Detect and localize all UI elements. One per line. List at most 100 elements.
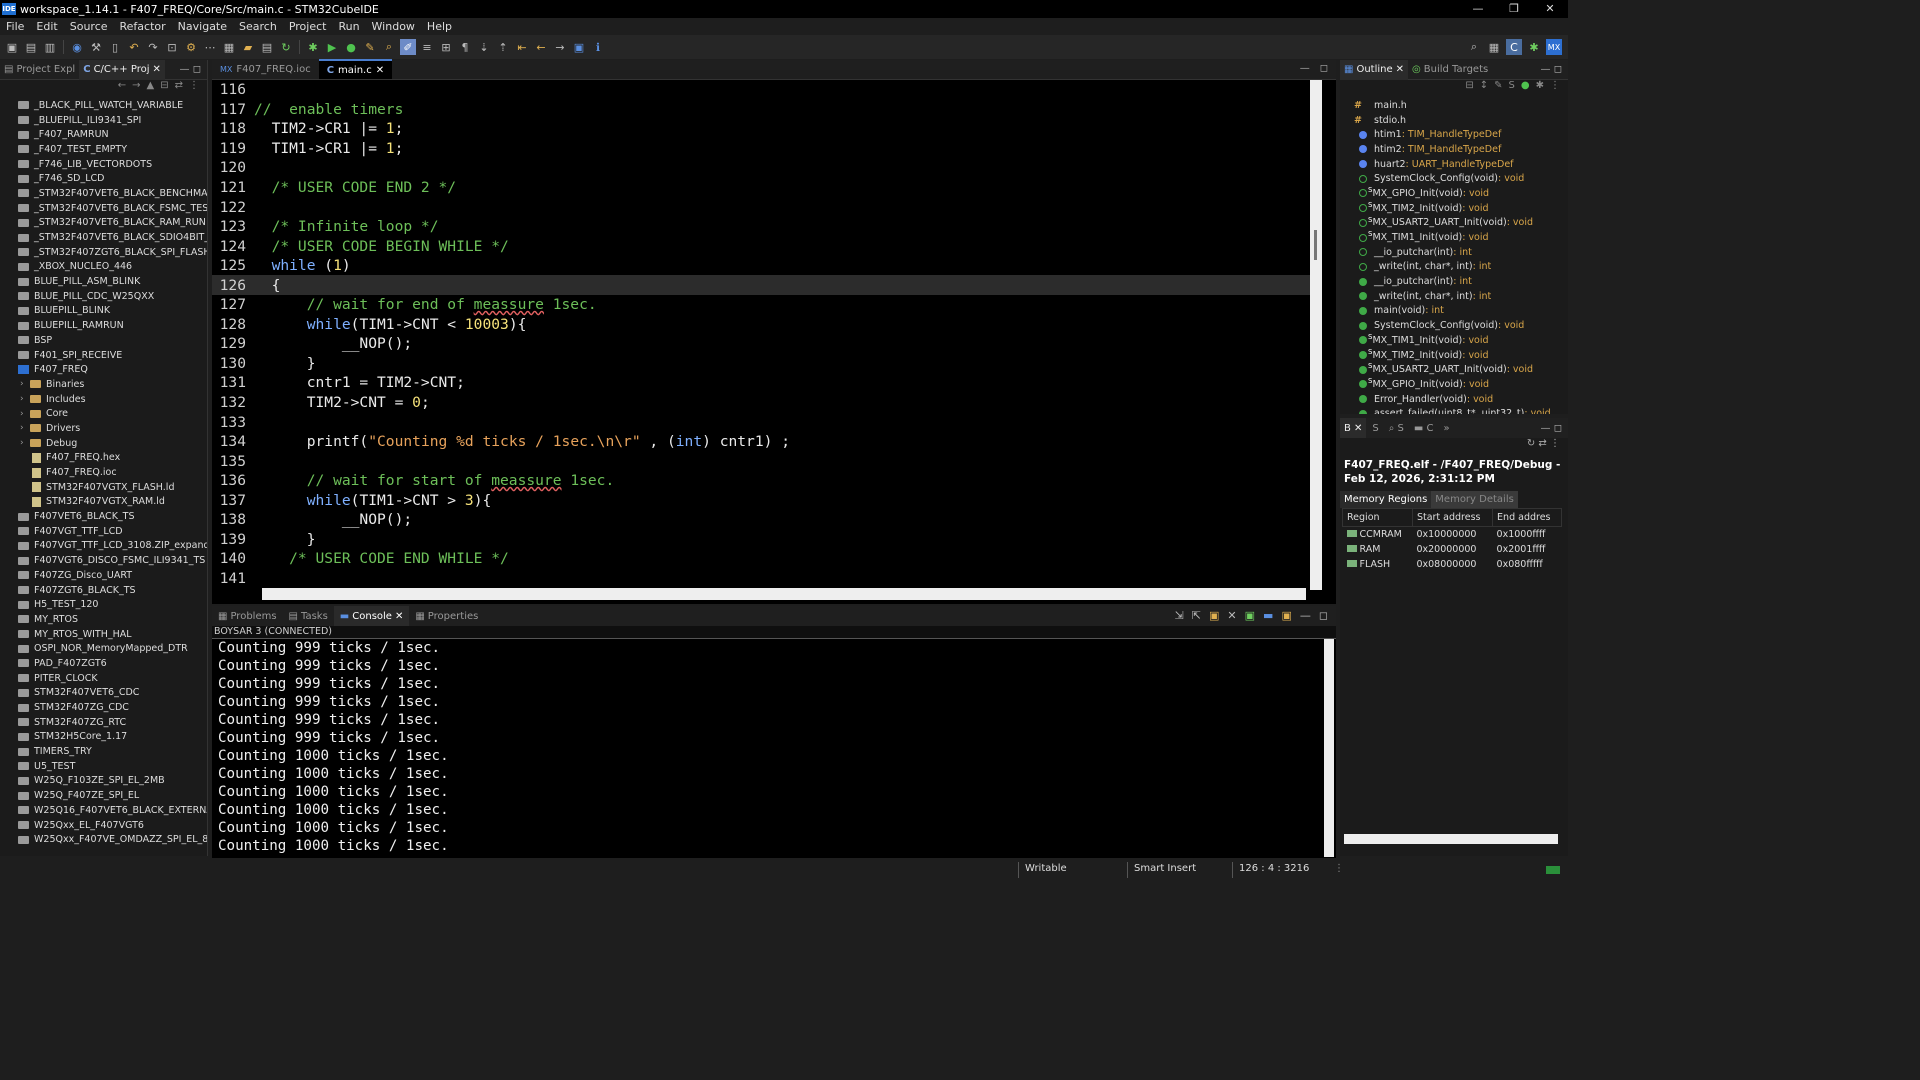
outline-item[interactable]: S MX_TIM1_Init(void) : void bbox=[1354, 333, 1564, 348]
tree-item[interactable]: › Debug bbox=[0, 436, 207, 451]
outline-item[interactable]: S MX_GPIO_Init(void) : void bbox=[1354, 186, 1564, 201]
tab-problems[interactable]: ▦ Problems bbox=[212, 606, 283, 626]
outline-item[interactable]: S MX_TIM2_Init(void) : void bbox=[1354, 348, 1564, 363]
close-icon[interactable]: ✕ bbox=[376, 65, 384, 76]
collapse-all-icon[interactable]: ⊟ bbox=[1465, 80, 1473, 96]
tree-item[interactable]: _STM32F407VET6_BLACK_BENCHMARK bbox=[0, 186, 207, 201]
tab-main-c[interactable]: C main.c ✕ bbox=[318, 59, 393, 79]
table-row[interactable]: FLASH 0x08000000 0x080fffff bbox=[1343, 557, 1562, 572]
tree-item[interactable]: MY_RTOS bbox=[0, 612, 207, 627]
code-line[interactable]: 138 __NOP(); bbox=[212, 510, 1310, 530]
forward-icon[interactable]: → bbox=[132, 80, 140, 96]
outline-item[interactable]: _write(int, char*, int) : int bbox=[1354, 289, 1564, 304]
tab-more[interactable]: » bbox=[1440, 418, 1454, 438]
menu-run[interactable]: Run bbox=[332, 20, 365, 33]
hammer-icon[interactable]: ⚒ bbox=[88, 39, 104, 55]
code-line[interactable]: 116 bbox=[212, 80, 1310, 100]
column-header[interactable]: Region bbox=[1342, 508, 1413, 527]
outline-item[interactable]: htim1 : TIM_HandleTypeDef bbox=[1354, 127, 1564, 142]
menu-file[interactable]: File bbox=[0, 20, 30, 33]
heap-status-icon[interactable] bbox=[1546, 866, 1560, 874]
tree-item[interactable]: _STM32F407VET6_BLACK_RAM_RUN bbox=[0, 216, 207, 231]
tree-item[interactable]: F407ZGT6_BLACK_TS bbox=[0, 583, 207, 598]
code-line[interactable]: 122 bbox=[212, 197, 1310, 217]
view-menu-icon[interactable]: ⋮ bbox=[1550, 80, 1560, 96]
outline-item[interactable]: huart2 : UART_HandleTypeDef bbox=[1354, 157, 1564, 172]
code-line[interactable]: 126 { bbox=[212, 275, 1310, 296]
code-line[interactable]: 136 // wait for start of meassure 1sec. bbox=[212, 471, 1310, 491]
tree-item[interactable]: W25Qxx_F407VE_OMDAZZ_SPI_EL_8MB bbox=[0, 832, 207, 847]
expand-chevron-icon[interactable]: › bbox=[20, 423, 30, 433]
open-folder-icon[interactable]: ▰ bbox=[240, 39, 256, 55]
tree-item[interactable]: _BLACK_PILL_WATCH_VARIABLE bbox=[0, 98, 207, 113]
tree-item[interactable]: STM32F407ZG_RTC bbox=[0, 715, 207, 730]
outline-item[interactable]: # stdio.h bbox=[1354, 113, 1564, 128]
code-line[interactable]: 128 while (TIM1->CNT < 10003){ bbox=[212, 315, 1310, 335]
table-row[interactable]: RAM 0x20000000 0x2001ffff bbox=[1343, 542, 1562, 557]
refresh-icon[interactable]: ↻ bbox=[1527, 438, 1535, 449]
search-icon[interactable]: ⌕ bbox=[381, 39, 397, 55]
maximize-icon[interactable]: ❐ bbox=[1496, 0, 1532, 18]
scroll-thumb[interactable] bbox=[1314, 230, 1317, 260]
tree-item[interactable]: _F746_LIB_VECTORDOTS bbox=[0, 157, 207, 172]
tree-item[interactable]: TIMERS_TRY bbox=[0, 744, 207, 759]
tab-console[interactable]: ▬ Console ✕ bbox=[333, 606, 410, 626]
gear-icon[interactable]: ⚙ bbox=[183, 39, 199, 55]
code-line[interactable]: 132 TIM2->CNT = 0; bbox=[212, 393, 1310, 413]
tree-item[interactable]: _F407_TEST_EMPTY bbox=[0, 142, 207, 157]
search-icon[interactable]: ⌕ bbox=[1466, 39, 1482, 55]
tab-f407-freq-ioc[interactable]: MX F407_FREQ.ioc bbox=[212, 59, 319, 79]
outline-item[interactable]: SystemClock_Config(void) : void bbox=[1354, 171, 1564, 186]
editor-vertical-scrollbar[interactable] bbox=[1310, 80, 1322, 590]
tree-item[interactable]: OSPI_NOR_MemoryMapped_DTR bbox=[0, 641, 207, 656]
close-icon[interactable]: ✕ bbox=[395, 611, 403, 622]
column-header[interactable]: Start address bbox=[1411, 508, 1494, 527]
tab-build-targets[interactable]: ◎ Build Targets bbox=[1408, 60, 1492, 80]
tree-item[interactable]: STM32F407VGTX_FLASH.ld bbox=[0, 480, 207, 495]
hide-static-icon[interactable]: S bbox=[1509, 80, 1515, 96]
tree-item[interactable]: _STM32F407VET6_BLACK_FSMC_TEST bbox=[0, 201, 207, 216]
tree-item[interactable]: _STM32F407ZGT6_BLACK_SPI_FLASH bbox=[0, 245, 207, 260]
tree-item[interactable]: F407_FREQ.hex bbox=[0, 451, 207, 466]
settings-icon[interactable]: ✱ bbox=[1536, 80, 1544, 96]
outline-item[interactable]: # main.h bbox=[1354, 98, 1564, 113]
minimize-icon[interactable]: — ◻ bbox=[180, 64, 207, 75]
clear-console-icon[interactable]: ▣ bbox=[1209, 609, 1219, 622]
tree-item[interactable]: BLUEPILL_BLINK bbox=[0, 304, 207, 319]
tree-item[interactable]: F407ZG_Disco_UART bbox=[0, 568, 207, 583]
menu-source[interactable]: Source bbox=[64, 20, 114, 33]
undo-icon[interactable]: ↶ bbox=[126, 39, 142, 55]
minimize-icon[interactable]: — ◻ bbox=[1541, 423, 1568, 434]
maximize-icon[interactable]: ◻ bbox=[1319, 609, 1328, 622]
tab-outline[interactable]: ▦ Outline ✕ bbox=[1340, 59, 1409, 80]
code-editor[interactable]: 116 117// enable timers 118 TIM2->CR1 |= 1… bbox=[212, 80, 1310, 590]
debug-perspective-icon[interactable]: ✱ bbox=[1526, 39, 1542, 55]
display-console-icon[interactable]: ▬ bbox=[1263, 609, 1273, 622]
redo-icon[interactable]: ↷ bbox=[145, 39, 161, 55]
collapse-all-icon[interactable]: ⊟ bbox=[160, 80, 168, 96]
open-type-icon[interactable]: ▤ bbox=[259, 39, 275, 55]
code-line[interactable]: 137 while (TIM1->CNT > 3){ bbox=[212, 490, 1310, 510]
tree-item[interactable]: PITER_CLOCK bbox=[0, 671, 207, 686]
new-icon[interactable]: ▣ bbox=[4, 39, 20, 55]
outline-item[interactable]: S MX_GPIO_Init(void) : void bbox=[1354, 377, 1564, 392]
code-line[interactable]: 130 } bbox=[212, 354, 1310, 374]
back-icon[interactable]: ← bbox=[118, 80, 126, 96]
target-icon[interactable]: ⊡ bbox=[164, 39, 180, 55]
outline-item[interactable]: __io_putchar(int) : int bbox=[1354, 274, 1564, 289]
status-menu-icon[interactable]: ⋮ bbox=[1334, 863, 1344, 874]
next-annotation-icon[interactable]: ⇡ bbox=[495, 39, 511, 55]
external-tools-icon[interactable]: ● bbox=[343, 39, 359, 55]
code-line[interactable]: 121 /* USER CODE END 2 */ bbox=[212, 178, 1310, 198]
expand-chevron-icon[interactable]: › bbox=[20, 438, 30, 448]
tree-item[interactable]: › Includes bbox=[0, 392, 207, 407]
tree-item[interactable]: W25Q_F103ZE_SPI_EL_2MB bbox=[0, 774, 207, 789]
minimize-icon[interactable]: — bbox=[1460, 0, 1496, 18]
save-icon[interactable]: ▤ bbox=[23, 39, 39, 55]
prev-edit-icon[interactable]: ⇤ bbox=[514, 39, 530, 55]
tree-item[interactable]: › Binaries bbox=[0, 377, 207, 392]
tab-properties[interactable]: ▦ Properties bbox=[409, 606, 484, 626]
tree-item[interactable]: _STM32F407VET6_BLACK_SDIO4BIT_TES bbox=[0, 230, 207, 245]
tree-item[interactable]: W25Q16_F407VET6_BLACK_EXTERNAL_I bbox=[0, 803, 207, 818]
code-line[interactable]: 139 } bbox=[212, 530, 1310, 550]
